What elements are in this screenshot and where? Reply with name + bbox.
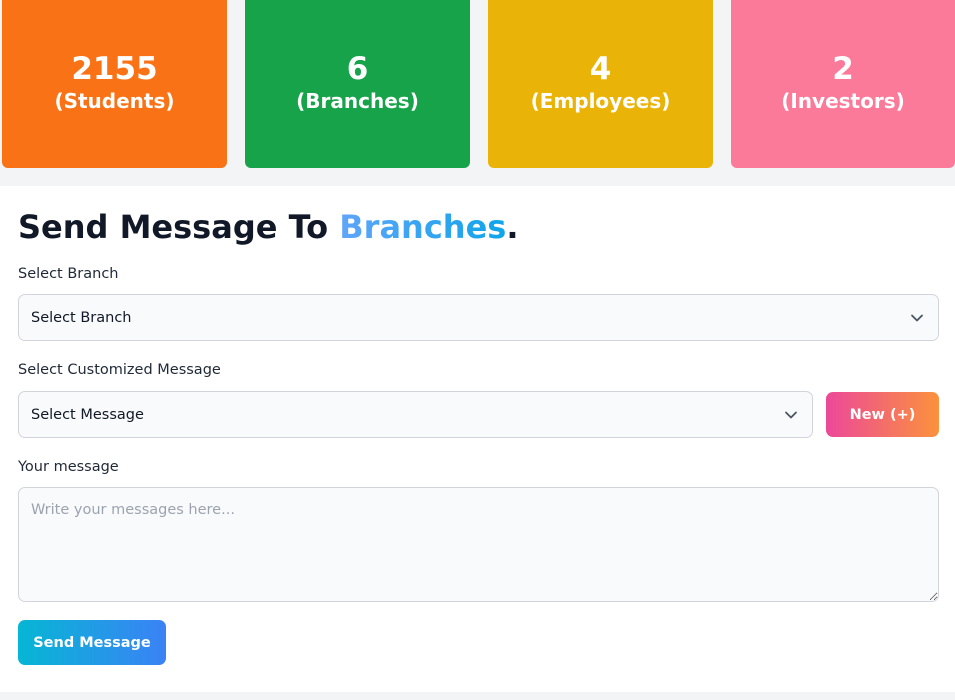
title-prefix: Send Message To — [18, 208, 340, 246]
send-message-button[interactable]: Send Message — [18, 620, 166, 665]
page-title: Send Message To Branches. — [18, 205, 518, 249]
message-textarea[interactable] — [18, 487, 939, 602]
stat-value: 4 — [589, 51, 612, 87]
title-highlight: Branches — [339, 208, 507, 246]
stat-card-branches: 6 (Branches) — [245, 0, 470, 168]
chevron-down-icon — [911, 314, 923, 322]
chevron-down-icon — [785, 411, 797, 419]
message-select-value: Select Message — [31, 406, 144, 423]
branch-select[interactable]: Select Branch — [18, 294, 939, 341]
stat-card-students: 2155 (Students) — [2, 0, 227, 168]
title-suffix: . — [506, 208, 519, 246]
stat-value: 2 — [832, 51, 854, 87]
branch-select-value: Select Branch — [31, 309, 132, 326]
stats-row: 2155 (Students) 6 (Branches) 4 (Employee… — [0, 0, 955, 168]
message-select-label: Select Customized Message — [18, 362, 221, 378]
stat-value: 2155 — [71, 51, 158, 87]
send-message-panel: Send Message To Branches. Select Branch … — [0, 186, 955, 692]
stat-card-investors: 2 (Investors) — [731, 0, 955, 168]
stat-label: (Employees) — [530, 89, 671, 113]
new-message-button[interactable]: New (+) — [826, 392, 939, 437]
stat-value: 6 — [346, 51, 369, 87]
stat-label: (Students) — [54, 89, 175, 113]
message-select[interactable]: Select Message — [18, 391, 813, 438]
branch-select-label: Select Branch — [18, 266, 119, 282]
your-message-label: Your message — [18, 459, 119, 475]
stat-label: (Investors) — [781, 89, 905, 113]
stat-card-employees: 4 (Employees) — [488, 0, 713, 168]
stat-label: (Branches) — [296, 89, 419, 113]
